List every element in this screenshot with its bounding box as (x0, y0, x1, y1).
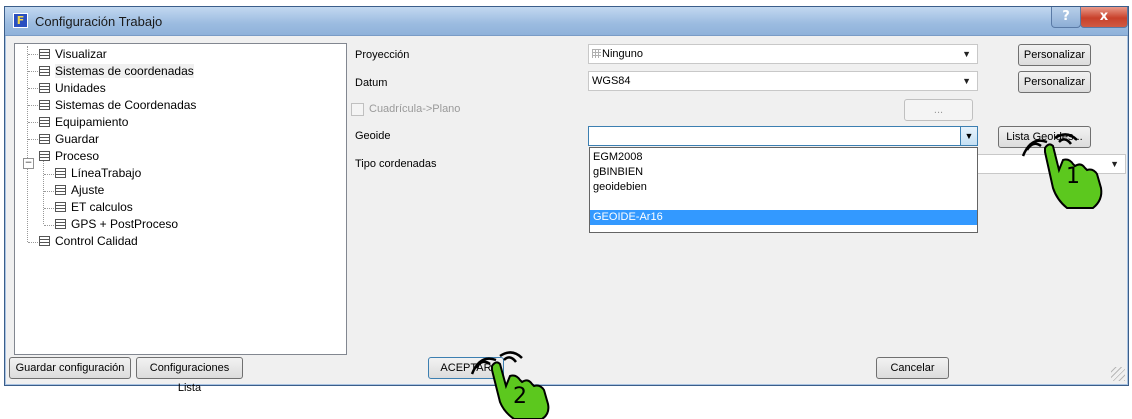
proyeccion-label: Proyección (355, 49, 410, 61)
app-icon: F (13, 13, 28, 28)
geoide-option[interactable]: EGM2008 (593, 150, 643, 165)
step-1-label: 1 (1066, 164, 1080, 189)
tree-item-ajuste[interactable]: Ajuste (55, 182, 104, 198)
cancelar-button[interactable]: Cancelar (876, 357, 949, 379)
tree-connector (28, 242, 38, 243)
config-window: F Configuración Trabajo ? x − Visualizar… (4, 6, 1129, 394)
list-icon (55, 168, 66, 178)
proyeccion-select[interactable]: Ninguno ▼ (588, 44, 978, 64)
proyeccion-value: Ninguno (602, 48, 643, 60)
list-icon (39, 134, 50, 144)
tree-connector (44, 191, 54, 192)
resize-grip-icon[interactable] (1111, 367, 1125, 381)
geoide-option[interactable]: geoidebien (593, 180, 647, 195)
tree-item-sistemas-coordenadas[interactable]: Sistemas de coordenadas (39, 63, 194, 79)
tree-connector (28, 54, 38, 55)
list-icon (55, 219, 66, 229)
tipo-coordenadas-label: Tipo cordenadas (355, 158, 437, 170)
tree-item-gps-postproceso[interactable]: GPS + PostProceso (55, 216, 178, 232)
list-icon (39, 83, 50, 93)
tree-connector (28, 139, 38, 140)
list-icon (39, 236, 50, 246)
tree-item-proceso[interactable]: Proceso (39, 148, 99, 164)
tree-item-guardar[interactable]: Guardar (39, 131, 99, 147)
chevron-down-icon[interactable]: ▼ (960, 127, 977, 145)
chevron-down-icon: ▼ (962, 76, 971, 86)
tree-connector (44, 174, 54, 175)
personalizar-proyeccion-button[interactable]: Personalizar (1018, 44, 1091, 66)
tree-connector (28, 88, 38, 89)
tree-connector (44, 208, 54, 209)
chevron-down-icon: ▼ (962, 49, 971, 59)
datum-value: WGS84 (592, 75, 631, 87)
configuraciones-lista-button[interactable]: Configuraciones Lista (136, 357, 243, 394)
cuadricula-checkbox[interactable] (351, 103, 364, 116)
list-icon (55, 185, 66, 195)
geoide-option[interactable]: gBINBIEN (593, 165, 643, 180)
settings-tree: − Visualizar Sistemas de coordenadas Uni… (14, 43, 347, 355)
tree-connector (28, 122, 38, 123)
tree-item-unidades[interactable]: Unidades (39, 80, 106, 96)
datum-select[interactable]: WGS84 ▼ (588, 71, 978, 91)
tree-connector (27, 46, 28, 242)
tree-item-equipamiento[interactable]: Equipamiento (39, 114, 128, 130)
datum-label: Datum (355, 77, 388, 89)
tree-item-visualizar[interactable]: Visualizar (39, 46, 107, 62)
geoide-dropdown-list: EGM2008 gBINBIEN geoidebien GEOIDE-Ar16 (589, 147, 978, 233)
list-icon (39, 49, 50, 59)
personalizar-datum-button[interactable]: Personalizar (1018, 71, 1091, 93)
list-icon (39, 117, 50, 127)
tree-item-sistemas-coordenadas-2[interactable]: Sistemas de Coordenadas (39, 97, 196, 113)
geoide-select[interactable]: ▼ (588, 126, 978, 146)
cuadricula-ellipsis-button[interactable]: ... (904, 99, 973, 121)
list-icon (55, 202, 66, 212)
guardar-configuracion-button[interactable]: Guardar configuración (9, 357, 131, 379)
help-button[interactable]: ? (1051, 7, 1081, 28)
tree-item-et-calculos[interactable]: ET calculos (55, 199, 133, 215)
tree-connector (28, 105, 38, 106)
list-icon (39, 151, 50, 161)
tree-connector (28, 71, 38, 72)
tree-item-control-calidad[interactable]: Control Calidad (39, 233, 138, 249)
geoide-label: Geoide (355, 130, 391, 142)
proceso-collapse-icon[interactable]: − (23, 158, 34, 169)
window-title: Configuración Trabajo (35, 14, 163, 29)
tree-item-lineatrabajo[interactable]: LíneaTrabajo (55, 165, 141, 181)
cuadricula-label: Cuadrícula->Plano (369, 103, 461, 115)
tree-connector (44, 225, 54, 226)
projection-icon (592, 49, 601, 58)
step-2-label: 2 (513, 384, 527, 409)
close-button[interactable]: x (1080, 7, 1128, 28)
title-bar[interactable]: F Configuración Trabajo ? x (5, 7, 1128, 36)
geoide-option-selected[interactable]: GEOIDE-Ar16 (590, 210, 977, 225)
list-icon (39, 100, 50, 110)
list-icon (39, 66, 50, 76)
